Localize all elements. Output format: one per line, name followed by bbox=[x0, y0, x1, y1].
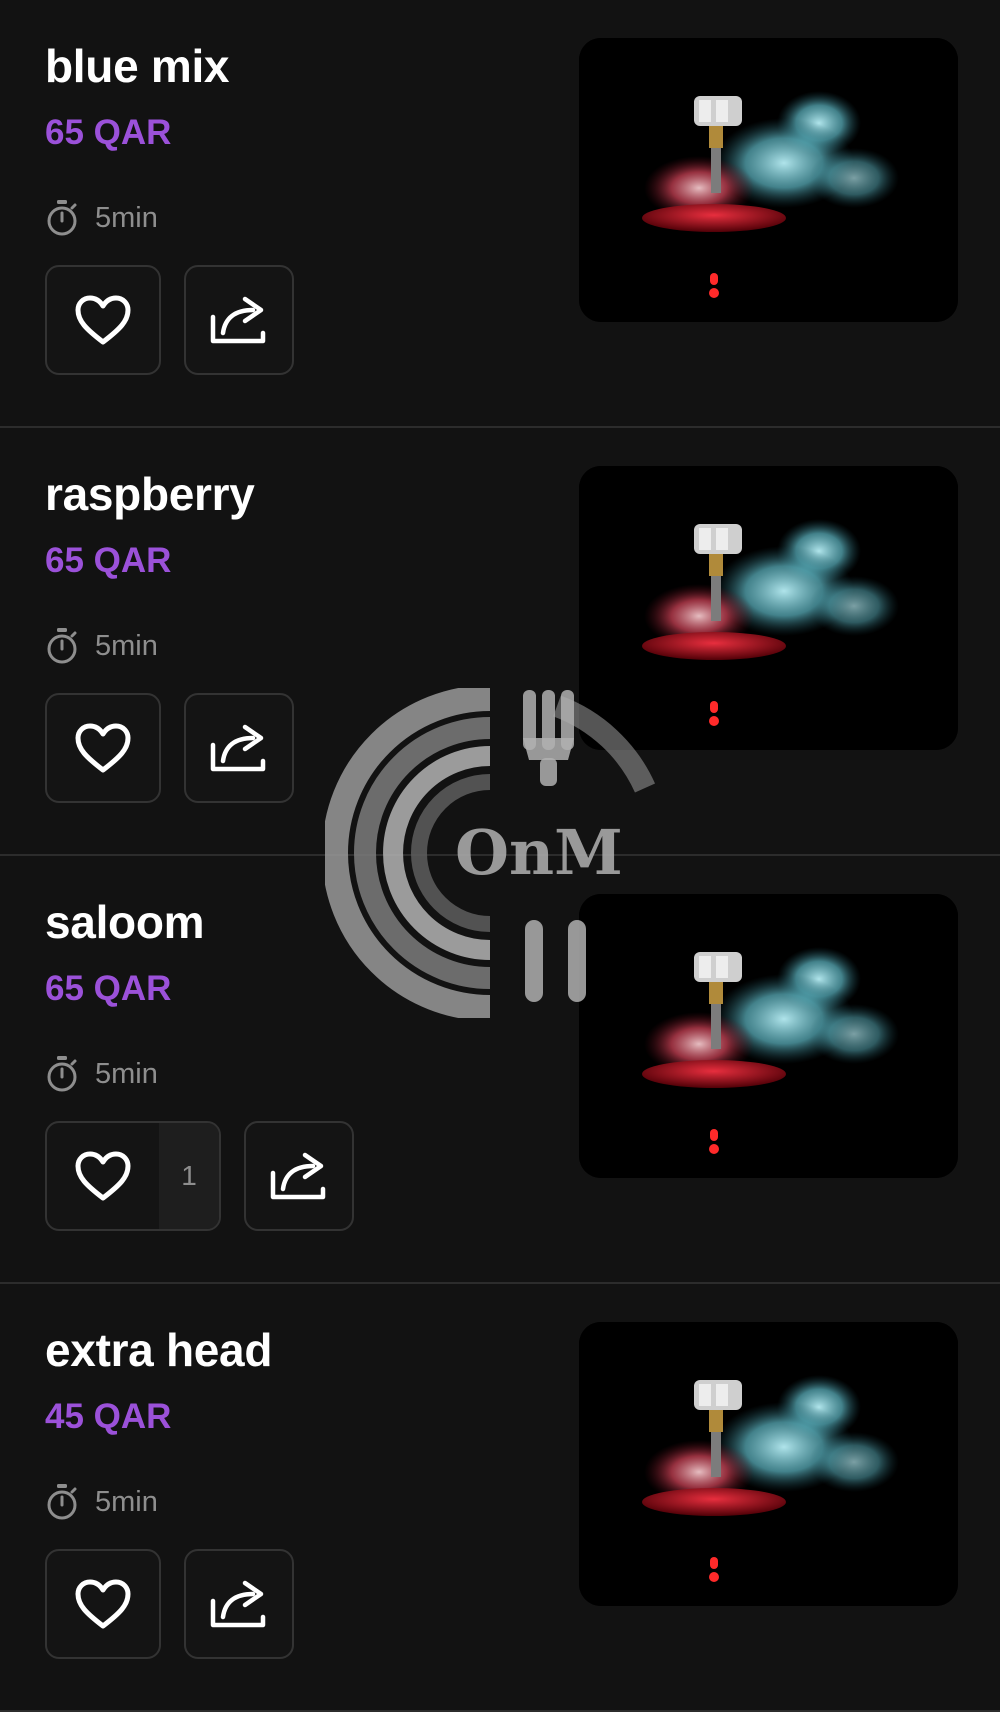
prep-time-label: 5min bbox=[95, 1057, 158, 1090]
share-button[interactable] bbox=[184, 693, 294, 803]
like-button[interactable] bbox=[45, 1549, 161, 1659]
heart-icon bbox=[47, 1551, 159, 1657]
share-icon bbox=[186, 695, 292, 801]
hookah-smoke-image bbox=[579, 466, 958, 750]
prep-time: 5min bbox=[45, 624, 158, 668]
menu-item[interactable]: blue mix 65 QAR 5min bbox=[0, 0, 1000, 428]
share-button[interactable] bbox=[184, 1549, 294, 1659]
item-name: extra head bbox=[45, 1324, 273, 1376]
item-actions bbox=[45, 265, 294, 375]
prep-time: 5min bbox=[45, 196, 158, 240]
prep-time-label: 5min bbox=[95, 1485, 158, 1518]
prep-time: 5min bbox=[45, 1052, 158, 1096]
stopwatch-icon bbox=[45, 627, 79, 665]
like-button[interactable]: 1 bbox=[45, 1121, 221, 1231]
like-button[interactable] bbox=[45, 265, 161, 375]
item-name: saloom bbox=[45, 896, 205, 948]
share-icon bbox=[186, 1551, 292, 1657]
stopwatch-icon bbox=[45, 199, 79, 237]
like-count: 1 bbox=[159, 1123, 219, 1229]
share-icon bbox=[246, 1123, 352, 1229]
item-name: blue mix bbox=[45, 40, 230, 92]
heart-icon bbox=[47, 1123, 159, 1229]
like-button[interactable] bbox=[45, 693, 161, 803]
menu-item[interactable]: raspberry 65 QAR 5min bbox=[0, 428, 1000, 856]
item-actions: 1 bbox=[45, 1121, 354, 1231]
hookah-smoke-image bbox=[579, 894, 958, 1178]
item-price: 65 QAR bbox=[45, 113, 172, 152]
item-image[interactable] bbox=[579, 1322, 958, 1606]
item-image[interactable] bbox=[579, 466, 958, 750]
hookah-smoke-image bbox=[579, 1322, 958, 1606]
menu-item[interactable]: extra head 45 QAR 5min bbox=[0, 1284, 1000, 1712]
item-price: 65 QAR bbox=[45, 541, 172, 580]
item-image[interactable] bbox=[579, 38, 958, 322]
item-price: 65 QAR bbox=[45, 969, 172, 1008]
item-actions bbox=[45, 1549, 294, 1659]
stopwatch-icon bbox=[45, 1055, 79, 1093]
stopwatch-icon bbox=[45, 1483, 79, 1521]
prep-time-label: 5min bbox=[95, 629, 158, 662]
prep-time-label: 5min bbox=[95, 201, 158, 234]
share-button[interactable] bbox=[184, 265, 294, 375]
menu-item[interactable]: saloom 65 QAR 5min 1 bbox=[0, 856, 1000, 1284]
prep-time: 5min bbox=[45, 1480, 158, 1524]
menu-list: blue mix 65 QAR 5min raspberry 65 QAR 5m… bbox=[0, 0, 1000, 1712]
item-name: raspberry bbox=[45, 468, 255, 520]
share-button[interactable] bbox=[244, 1121, 354, 1231]
item-actions bbox=[45, 693, 294, 803]
hookah-smoke-image bbox=[579, 38, 958, 322]
heart-icon bbox=[47, 267, 159, 373]
item-price: 45 QAR bbox=[45, 1397, 172, 1436]
item-image[interactable] bbox=[579, 894, 958, 1178]
heart-icon bbox=[47, 695, 159, 801]
share-icon bbox=[186, 267, 292, 373]
